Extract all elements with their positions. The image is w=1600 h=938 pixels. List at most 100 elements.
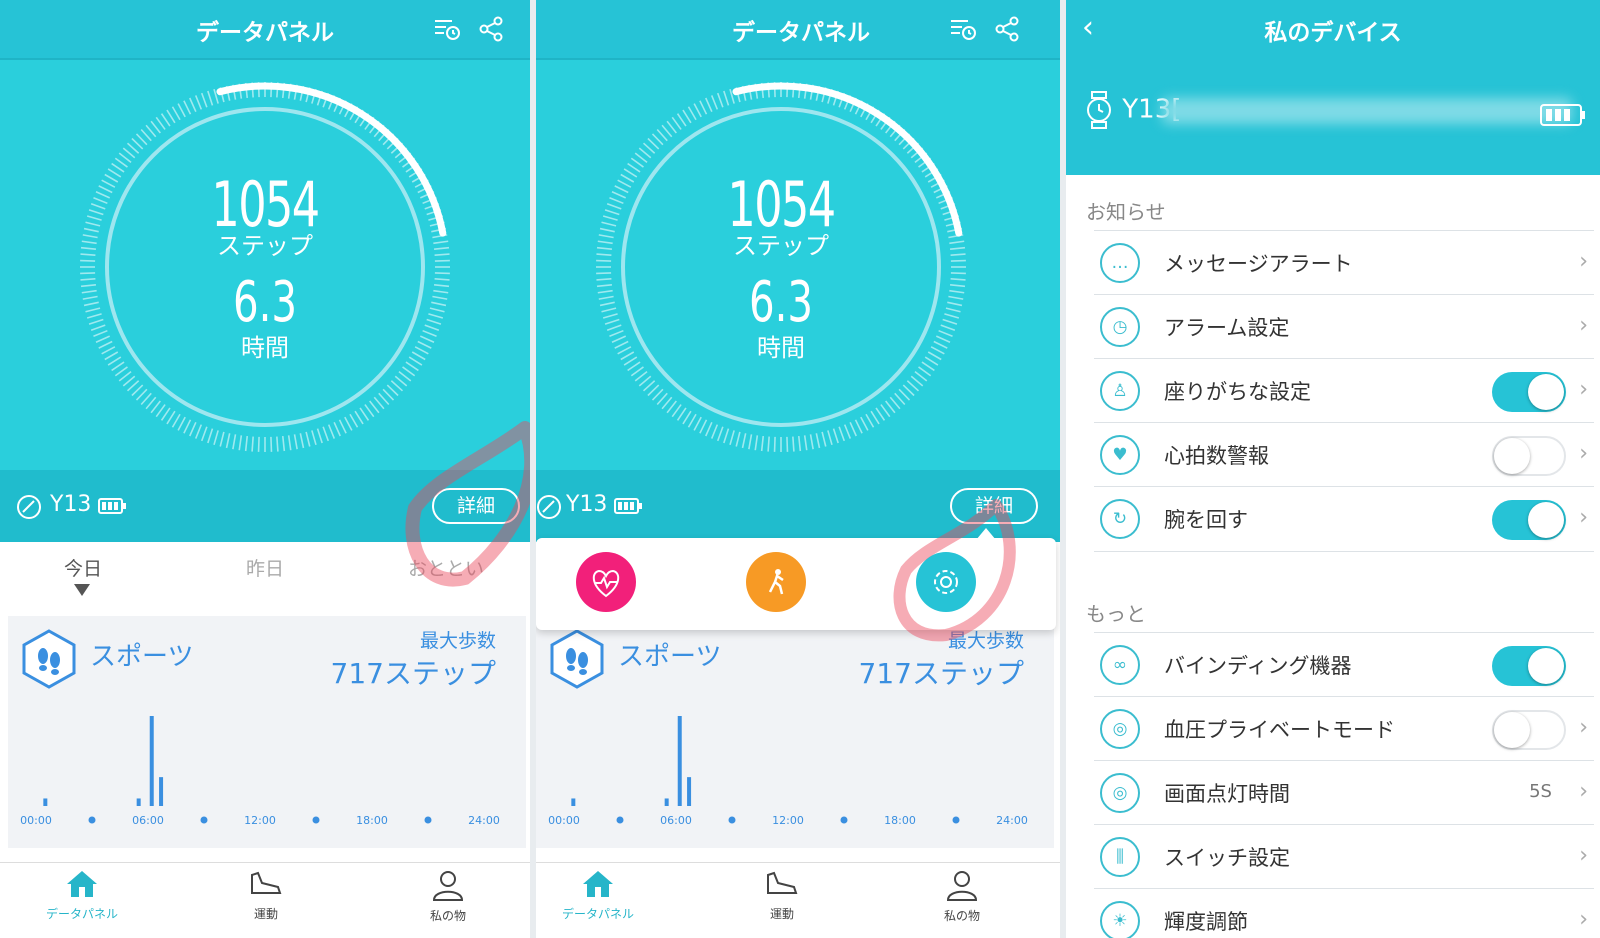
ring-tick [894,392,906,406]
ring-tick [716,426,724,442]
history-icon[interactable] [432,14,462,44]
ring-tick [194,95,203,110]
sport-card[interactable]: スポーツ 最大歩数 717ステップ 00:00 06:00 12:00 18:00 24… [8,616,526,848]
section-notice: お知らせ [1086,200,1166,224]
nav-exercise[interactable]: 運動 [206,869,326,922]
ring-tick [630,157,644,168]
tab-day-before[interactable]: おととい [408,554,484,581]
ring-tick [122,147,136,159]
row-screen-on-time[interactable]: ◎ 画面点灯時間 5S › [1094,760,1594,825]
heart-rate-toggle[interactable] [1492,436,1566,476]
x-tick-dot [840,816,848,824]
row-binding-device[interactable]: ∞ バインディング機器 [1094,632,1594,697]
ring-tick [354,410,364,425]
ring-tick [656,392,668,406]
detail-button[interactable]: 詳細 [432,488,520,524]
ring-tick [666,120,677,134]
ring-tick [145,124,157,138]
sport-mode-button[interactable] [746,552,806,612]
quick-action-popup [536,528,1056,630]
ring-tick [122,375,136,387]
wrist-turn-toggle[interactable] [1492,500,1566,540]
history-icon[interactable] [948,14,978,44]
ring-tick [398,371,412,382]
chevron-right-icon: › [1579,441,1588,466]
hours-label: 時間 [757,334,805,362]
row-wrist-turn[interactable]: ↻ 腕を回す › [1094,486,1594,552]
binding-toggle[interactable] [1492,646,1566,686]
row-heart-rate-alarm[interactable]: ♥ 心拍数警報 › [1094,422,1594,487]
nav-dashboard[interactable]: データパネル [22,869,142,922]
row-label: メッセージアラート [1164,252,1353,276]
settings-button[interactable] [916,552,976,612]
x-tick-label: 18:00 [356,814,388,827]
ring-tick [118,152,132,163]
ring-tick [838,426,846,442]
ring-tick [710,424,719,439]
sedentary-toggle[interactable] [1492,372,1566,412]
device-settings-panel: ‹ 私のデバイス Y13[ お知らせ … メッセージアラート › ◷ アラーム設… [1066,0,1600,938]
ring-tick [716,92,724,108]
gear-icon [934,570,958,594]
ring-tick [257,436,260,452]
message-icon: … [1100,243,1140,283]
nav-mine[interactable]: 私の物 [902,869,1022,924]
ring-tick [803,435,808,451]
shoe-icon [767,871,798,894]
chevron-right-icon: › [1579,779,1588,804]
ring-tick [723,90,730,106]
share-icon[interactable] [476,14,506,44]
sport-card[interactable]: スポーツ 最大歩数 717ステップ 00:00 06:00 12:00 18:00 24… [536,616,1054,848]
x-tick-dot [424,816,432,824]
ring-tick [200,426,208,442]
nav-mine[interactable]: 私の物 [388,869,508,924]
tab-today[interactable]: 今日 [64,554,102,581]
heart-rate-icon [592,569,620,598]
ring-tick [741,433,747,449]
ring-tick [140,128,152,142]
chart-bar [687,777,692,806]
x-tick-dot [728,816,736,824]
home-icon [583,871,613,897]
row-alarm[interactable]: ◷ アラーム設定 › [1094,294,1594,359]
ring-tick [177,416,186,431]
chart-bar [571,798,576,806]
ring-tick [135,388,148,401]
ring-tick [114,157,128,168]
ring-tick [843,424,852,439]
nav-dashboard[interactable]: データパネル [538,869,658,922]
bp-private-toggle[interactable] [1492,710,1566,750]
ring-tick [338,419,347,434]
chart-bar [136,798,141,806]
ring-tick [118,371,132,382]
ring-tick [634,152,648,163]
detail-button[interactable]: 詳細 [950,488,1038,524]
steps-hero: 1054 ステップ 6.3 時間 [536,60,1066,470]
ring-tick [140,392,152,406]
dashboard-panel-popup: データパネル 1054 ステップ 6.3 時間 Y13 詳細 スポーツ 最大歩数… [536,0,1066,938]
nav-exercise[interactable]: 運動 [722,869,842,922]
app-header: データパネル [0,0,530,60]
device-header: ‹ 私のデバイス Y13[ [1066,0,1600,175]
heart-rate-button[interactable] [576,552,636,612]
ring-tick [171,413,181,428]
ring-tick [760,435,765,452]
ring-tick [359,407,370,421]
ring-tick [792,436,795,452]
app-header: データパネル [536,0,1066,60]
row-switch-settings[interactable]: ⫼ スイッチ設定 › [1094,824,1594,889]
switch-icon: ⫼ [1100,837,1140,877]
screen-icon: ◎ [1100,773,1140,813]
row-message-alert[interactable]: … メッセージアラート › [1094,230,1594,295]
row-bp-private-mode[interactable]: ◎ 血圧プライベートモード › [1094,696,1594,761]
ring-tick [322,426,330,442]
chevron-right-icon: › [1579,907,1588,932]
blood-pressure-icon: ◎ [1100,709,1140,749]
row-brightness[interactable]: ☀ 輝度調節 › [1094,888,1594,938]
x-tick-label: 06:00 [132,814,164,827]
wrist-icon: ↻ [1100,499,1140,539]
share-icon[interactable] [992,14,1022,44]
ring-tick [627,361,641,372]
tab-yesterday[interactable]: 昨日 [246,554,284,581]
row-sedentary[interactable]: ♙ 座りがちな設定 › [1094,358,1594,423]
